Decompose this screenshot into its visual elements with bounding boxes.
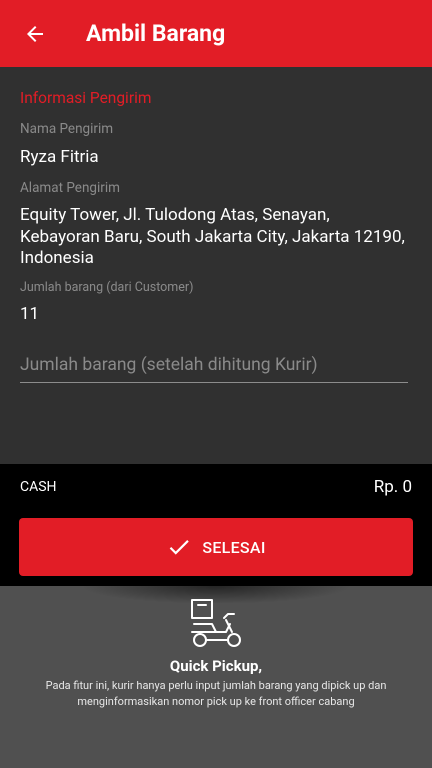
back-button[interactable]	[18, 17, 52, 51]
customer-qty-label: Jumlah barang (dari Customer)	[20, 280, 194, 295]
customer-qty-value: 11	[20, 304, 40, 324]
payment-amount: Rp. 0	[373, 477, 412, 497]
sender-name-value: Ryza Fitria	[20, 147, 99, 167]
info-panel: Quick Pickup, Pada fitur ini, kurir hany…	[0, 586, 432, 768]
finish-button-label: SELESAI	[202, 537, 266, 557]
sender-address-value: Equity Tower, Jl. Tulodong Atas, Senayan…	[20, 205, 405, 268]
delivery-scooter-icon	[191, 599, 241, 647]
courier-qty-field	[20, 349, 408, 383]
page-title: Ambil Barang	[86, 20, 226, 47]
check-icon	[170, 540, 190, 555]
quick-pickup-title: Quick Pickup,	[169, 657, 263, 675]
sender-name-label: Nama Pengirim	[20, 121, 114, 137]
payment-bar: CASH Rp. 0 SELESAI	[0, 464, 432, 586]
arrow-left-icon	[27, 25, 43, 42]
section-title: Informasi Pengirim	[20, 89, 152, 107]
app-bar: Ambil Barang	[0, 0, 432, 67]
quick-pickup-description: Pada fitur ini, kurir hanya perlu input …	[45, 679, 387, 708]
payment-method: CASH	[20, 479, 57, 495]
courier-qty-input[interactable]	[20, 349, 408, 381]
finish-button[interactable]: SELESAI	[19, 518, 413, 576]
sender-info-section: Informasi Pengirim Nama Pengirim Ryza Fi…	[0, 67, 432, 464]
sender-address-label: Alamat Pengirim	[20, 180, 120, 196]
